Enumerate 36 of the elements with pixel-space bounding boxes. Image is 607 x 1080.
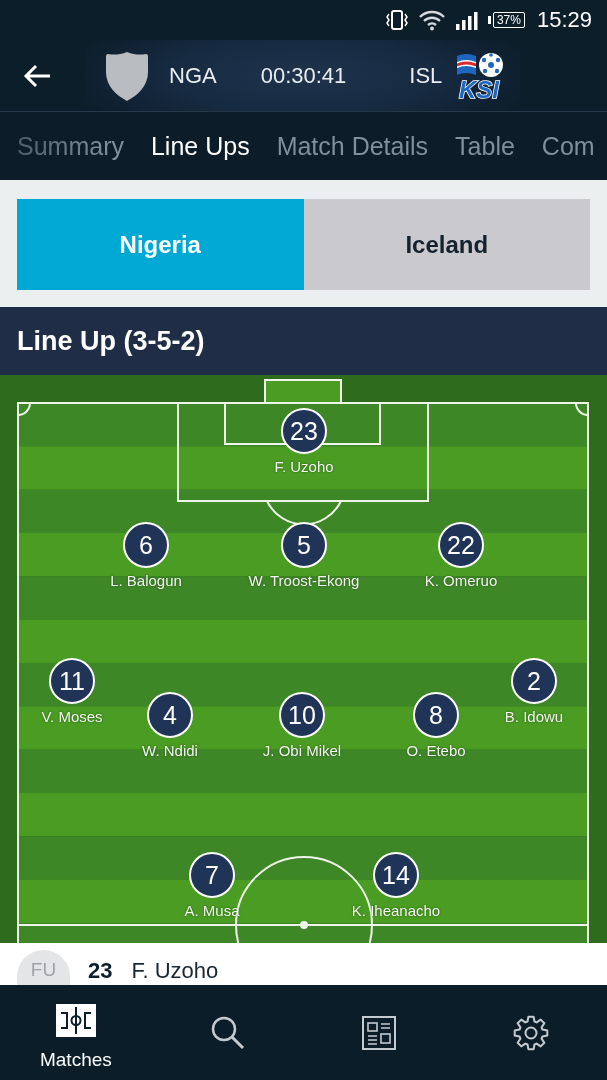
player-name: B. Idowu	[504, 708, 564, 726]
player-name: L. Balogun	[110, 572, 182, 590]
player-name: K. Omeruo	[424, 572, 498, 590]
section-header: Line Up (3-5-2)	[0, 307, 607, 375]
player-name: F. Uzoho	[274, 458, 334, 476]
newspaper-icon	[362, 1015, 397, 1050]
team-logo: KSI	[454, 50, 507, 101]
battery-indicator: 37%	[487, 12, 525, 28]
player-name: O. Etebo	[406, 742, 466, 760]
shirt-number: 23	[88, 958, 113, 984]
pitch-icon	[55, 1004, 96, 1037]
player-name: F. Uzoho	[131, 958, 219, 984]
tab[interactable]: Line Ups	[150, 131, 250, 161]
search-icon	[210, 1015, 245, 1050]
tab[interactable]: Match Details	[276, 131, 429, 161]
settings-icon	[513, 1014, 550, 1051]
player-name: W. Ndidi	[142, 742, 198, 760]
team-code: NGA	[169, 62, 217, 89]
tab[interactable]: Com	[541, 131, 595, 161]
vibrate-icon	[384, 8, 409, 32]
player-avatar: FU	[17, 950, 70, 985]
player-name: W. Troost-Ekong	[248, 572, 360, 590]
player-name: K. Iheanacho	[351, 902, 441, 920]
tab[interactable]: Table	[455, 131, 515, 161]
team-toggle[interactable]: Nigeria	[17, 199, 304, 290]
team-toggle[interactable]: Iceland	[303, 199, 590, 290]
shield-icon	[105, 49, 149, 102]
player-name: J. Obi Mikel	[262, 742, 342, 760]
back-arrow-icon	[22, 62, 52, 89]
team-code: ISL	[409, 62, 443, 89]
player-name: V. Moses	[41, 708, 103, 726]
status-time: 15:29	[536, 7, 592, 33]
match-clock: 00:30:41	[260, 62, 347, 89]
tab[interactable]: Summary	[17, 131, 124, 161]
signal-icon	[454, 9, 479, 31]
wifi-icon	[417, 9, 446, 31]
